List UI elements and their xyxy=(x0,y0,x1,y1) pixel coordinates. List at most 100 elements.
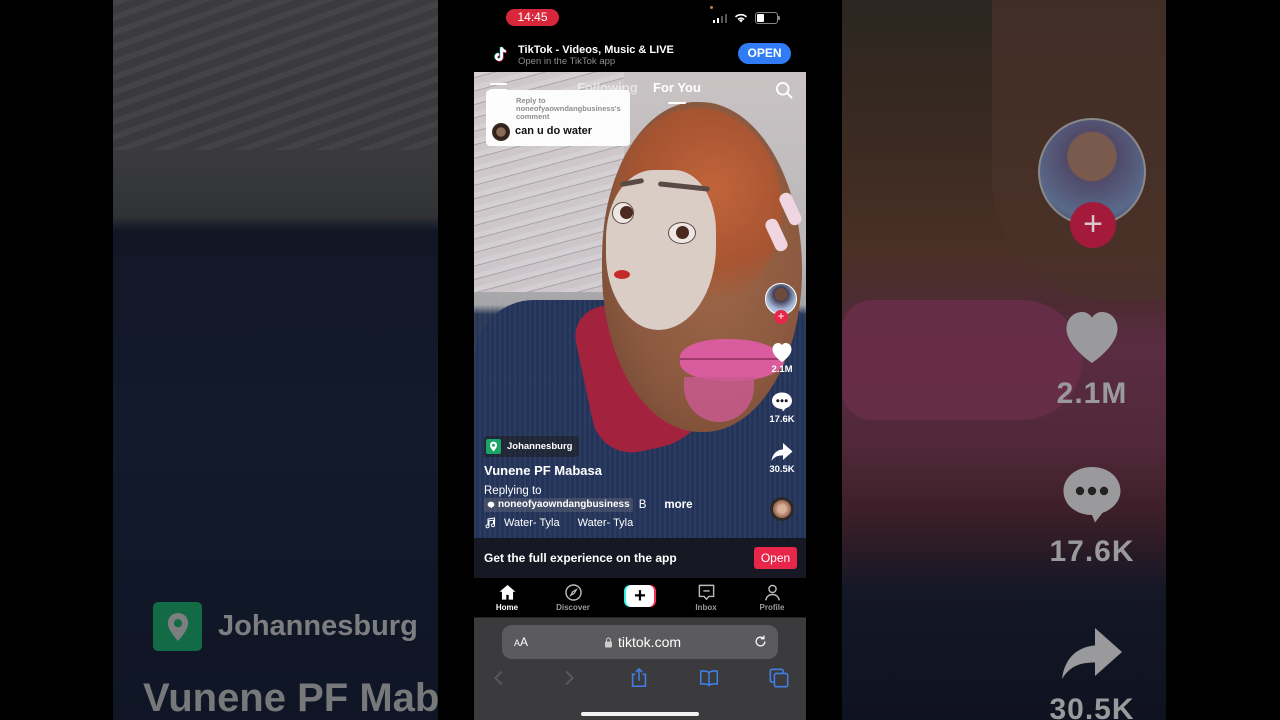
lock-icon xyxy=(605,636,612,647)
share-icon[interactable] xyxy=(628,667,650,689)
active-tab-indicator xyxy=(668,102,686,104)
caption-prefix: Replying to xyxy=(484,485,542,497)
blurred-background-right: + 2.1M 17.6K 30.5K xyxy=(842,0,1166,720)
background-pillow xyxy=(113,0,438,150)
mention-username: noneofyaowndangbusiness xyxy=(498,499,630,510)
inbox-icon xyxy=(698,584,714,600)
url-display[interactable]: tiktok.com xyxy=(604,634,681,650)
nav-home[interactable]: Home xyxy=(477,583,537,612)
background-comment-count: 17.6K xyxy=(1049,535,1135,568)
reply-card-header: Reply to noneofyaowndangbusiness's comme… xyxy=(516,96,621,121)
share-arrow-icon xyxy=(771,443,793,461)
share-count: 30.5K xyxy=(769,464,795,475)
browser-toolbar: AA tiktok.com xyxy=(474,617,806,720)
phone-screen: 14:45 TikTok - Videos, Music & LIVE Open… xyxy=(474,0,806,720)
share-button[interactable]: 30.5K xyxy=(762,441,802,475)
bookmarks-icon[interactable] xyxy=(698,667,720,689)
tab-for-you[interactable]: For You xyxy=(653,80,701,95)
caption-more-link[interactable]: more xyxy=(664,498,692,512)
nav-home-label: Home xyxy=(495,603,519,612)
bottom-nav: Home Discover + Inbox Profile xyxy=(474,578,806,617)
heart-icon xyxy=(1066,312,1118,363)
comment-icon xyxy=(1063,467,1121,523)
url-text: tiktok.com xyxy=(618,634,682,650)
painted-eye xyxy=(612,202,634,224)
nav-profile-label: Profile xyxy=(759,603,785,612)
painted-lips xyxy=(614,270,630,279)
cellular-signal-icon xyxy=(712,13,727,23)
home-indicator[interactable] xyxy=(581,712,699,716)
heart-icon xyxy=(772,343,792,362)
author-name[interactable]: Vunene PF Mabasa xyxy=(484,463,754,478)
video-nails xyxy=(763,190,806,282)
background-comment: 17.6K xyxy=(1042,458,1142,569)
painted-eye xyxy=(668,222,696,244)
text-size-button[interactable]: AA xyxy=(514,635,528,649)
tiktok-logo-icon xyxy=(494,46,507,62)
like-count: 2.1M xyxy=(771,364,793,375)
music-note-icon xyxy=(485,517,496,529)
location-tag[interactable]: Johannesburg xyxy=(484,436,580,457)
create-plus-icon: + xyxy=(626,585,654,607)
music-disc-icon[interactable] xyxy=(770,497,794,521)
location-pin-icon xyxy=(486,439,501,454)
share-arrow-icon xyxy=(1062,628,1122,679)
reply-card-comment: can u do water xyxy=(515,125,593,137)
nav-discover[interactable]: Discover xyxy=(543,583,603,612)
app-banner-subtitle: Open in the TikTok app xyxy=(518,56,616,67)
comment-icon xyxy=(772,392,792,412)
background-location-text: Johannesburg xyxy=(218,610,418,642)
nav-profile[interactable]: Profile xyxy=(742,583,802,612)
comment-count: 17.6K xyxy=(769,414,795,425)
nav-inbox-label: Inbox xyxy=(695,603,717,612)
tabs-icon[interactable] xyxy=(768,667,790,689)
reload-icon[interactable] xyxy=(753,634,768,649)
mention-tag[interactable]: noneofyaowndangbusiness xyxy=(484,498,633,512)
camera-indicator-icon xyxy=(710,6,713,9)
app-banner-open-button[interactable]: OPEN xyxy=(738,43,791,64)
caption-mention-row: noneofyaowndangbusiness B more xyxy=(484,498,754,512)
location-text: Johannesburg xyxy=(507,441,573,452)
search-icon[interactable] xyxy=(774,80,794,100)
nav-discover-label: Discover xyxy=(556,603,590,612)
smart-app-banner: TikTok - Videos, Music & LIVE Open in th… xyxy=(474,38,806,72)
get-app-text: Get the full experience on the app xyxy=(484,551,677,565)
music-title: Water- Tyla xyxy=(504,517,560,529)
address-bar[interactable]: AA tiktok.com xyxy=(502,625,778,659)
profile-icon xyxy=(764,584,780,601)
app-banner-title: TikTok - Videos, Music & LIVE xyxy=(518,44,674,56)
get-app-bar: Get the full experience on the app Open xyxy=(474,538,806,578)
background-share: 30.5K xyxy=(1042,616,1142,720)
background-author-name: Vunene PF Mab xyxy=(143,676,438,720)
back-icon[interactable] xyxy=(488,667,510,689)
background-share-count: 30.5K xyxy=(1049,693,1135,720)
caption-suffix: B xyxy=(638,499,647,511)
music-info[interactable]: Water- Tyla Water- Tyla xyxy=(484,517,754,529)
music-title-scroll: Water- Tyla xyxy=(577,517,634,529)
status-bar: 14:45 xyxy=(474,0,806,36)
location-pin-icon xyxy=(153,602,202,651)
compass-icon xyxy=(564,584,582,601)
nav-inbox[interactable]: Inbox xyxy=(676,583,736,612)
follow-plus-icon[interactable]: + xyxy=(774,310,788,324)
status-icons xyxy=(712,12,780,24)
reply-comment-sticker: Reply to noneofyaowndangbusiness's comme… xyxy=(486,90,630,146)
background-like-count: 2.1M xyxy=(1056,377,1128,410)
video-caption: Replying to noneofyaowndangbusiness B mo… xyxy=(484,484,754,512)
background-follow-plus-icon: + xyxy=(1070,202,1116,248)
video-meta: Johannesburg Vunene PF Mabasa Replying t… xyxy=(484,436,754,529)
get-app-open-button[interactable]: Open xyxy=(754,547,797,569)
background-like: 2.1M xyxy=(1042,300,1142,411)
comment-button[interactable]: 17.6K xyxy=(762,391,802,425)
home-icon xyxy=(499,584,515,600)
status-time: 14:45 xyxy=(506,9,559,26)
commenter-avatar xyxy=(492,123,510,141)
background-location-tag: Johannesburg xyxy=(153,602,418,651)
battery-icon xyxy=(755,12,780,24)
like-button[interactable]: 2.1M xyxy=(762,341,802,375)
blurred-background-left: Johannesburg Vunene PF Mab xyxy=(113,0,438,720)
create-button[interactable]: + xyxy=(624,585,656,607)
forward-icon[interactable] xyxy=(558,667,580,689)
wifi-icon xyxy=(735,13,747,23)
comment-bubble-icon xyxy=(487,501,495,509)
